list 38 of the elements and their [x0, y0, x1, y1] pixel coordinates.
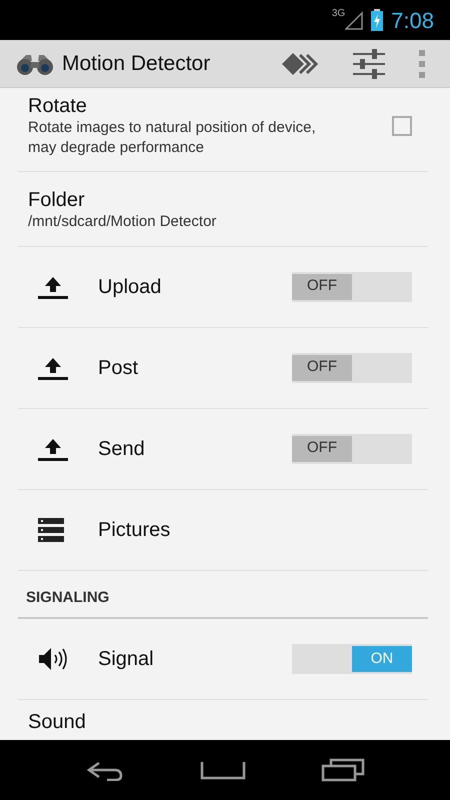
sliders-icon[interactable] [352, 48, 386, 78]
upload-icon [38, 356, 68, 380]
preference-summary: /mnt/sdcard/Motion Detector [28, 212, 218, 232]
preference-summary: Rotate images to natural position of device, may degrade performance [28, 118, 317, 157]
checkbox[interactable] [392, 116, 412, 136]
preference-title: Signal [98, 647, 155, 671]
battery-charging-icon [371, 9, 384, 31]
app-title: Motion Detector [62, 50, 210, 77]
toggle-switch[interactable]: OFF [292, 352, 412, 382]
toggle-switch[interactable]: OFF [292, 434, 412, 464]
speaker-icon [38, 646, 68, 672]
binoculars-icon[interactable] [16, 52, 54, 74]
home-icon[interactable] [200, 760, 246, 780]
preference-row[interactable]: Pictures [18, 490, 428, 570]
preference-title: Sound [28, 710, 87, 734]
preference-row[interactable]: Signal ON [18, 619, 428, 700]
upload-icon [38, 274, 68, 298]
network-type: 3G [332, 7, 346, 21]
preference-row[interactable]: Sound [18, 700, 428, 740]
recent-apps-icon[interactable] [320, 758, 365, 782]
clock: 7:08 [391, 6, 434, 34]
preference-title: Rotate [28, 94, 88, 118]
preference-row[interactable]: Upload OFF [18, 246, 428, 328]
list-icon [38, 518, 64, 542]
preference-title: Upload [98, 274, 162, 298]
toggle-switch[interactable]: OFF [292, 272, 412, 302]
preference-title: Send [98, 436, 146, 460]
signal-icon [345, 10, 364, 30]
preference-row[interactable]: Post OFF [18, 328, 428, 408]
preference-row[interactable]: Rotate Rotate images to natural position of device, may degrade performance [18, 88, 428, 172]
upload-icon [38, 436, 68, 460]
layers-icon[interactable] [280, 50, 320, 76]
preference-title: Post [98, 356, 140, 380]
preference-title: Pictures [98, 518, 172, 542]
preference-row[interactable]: Folder /mnt/sdcard/Motion Detector [18, 172, 428, 246]
preference-row[interactable]: Send OFF [18, 408, 428, 490]
preference-title: Folder [28, 188, 86, 212]
section-header: SIGNALING [18, 570, 428, 619]
